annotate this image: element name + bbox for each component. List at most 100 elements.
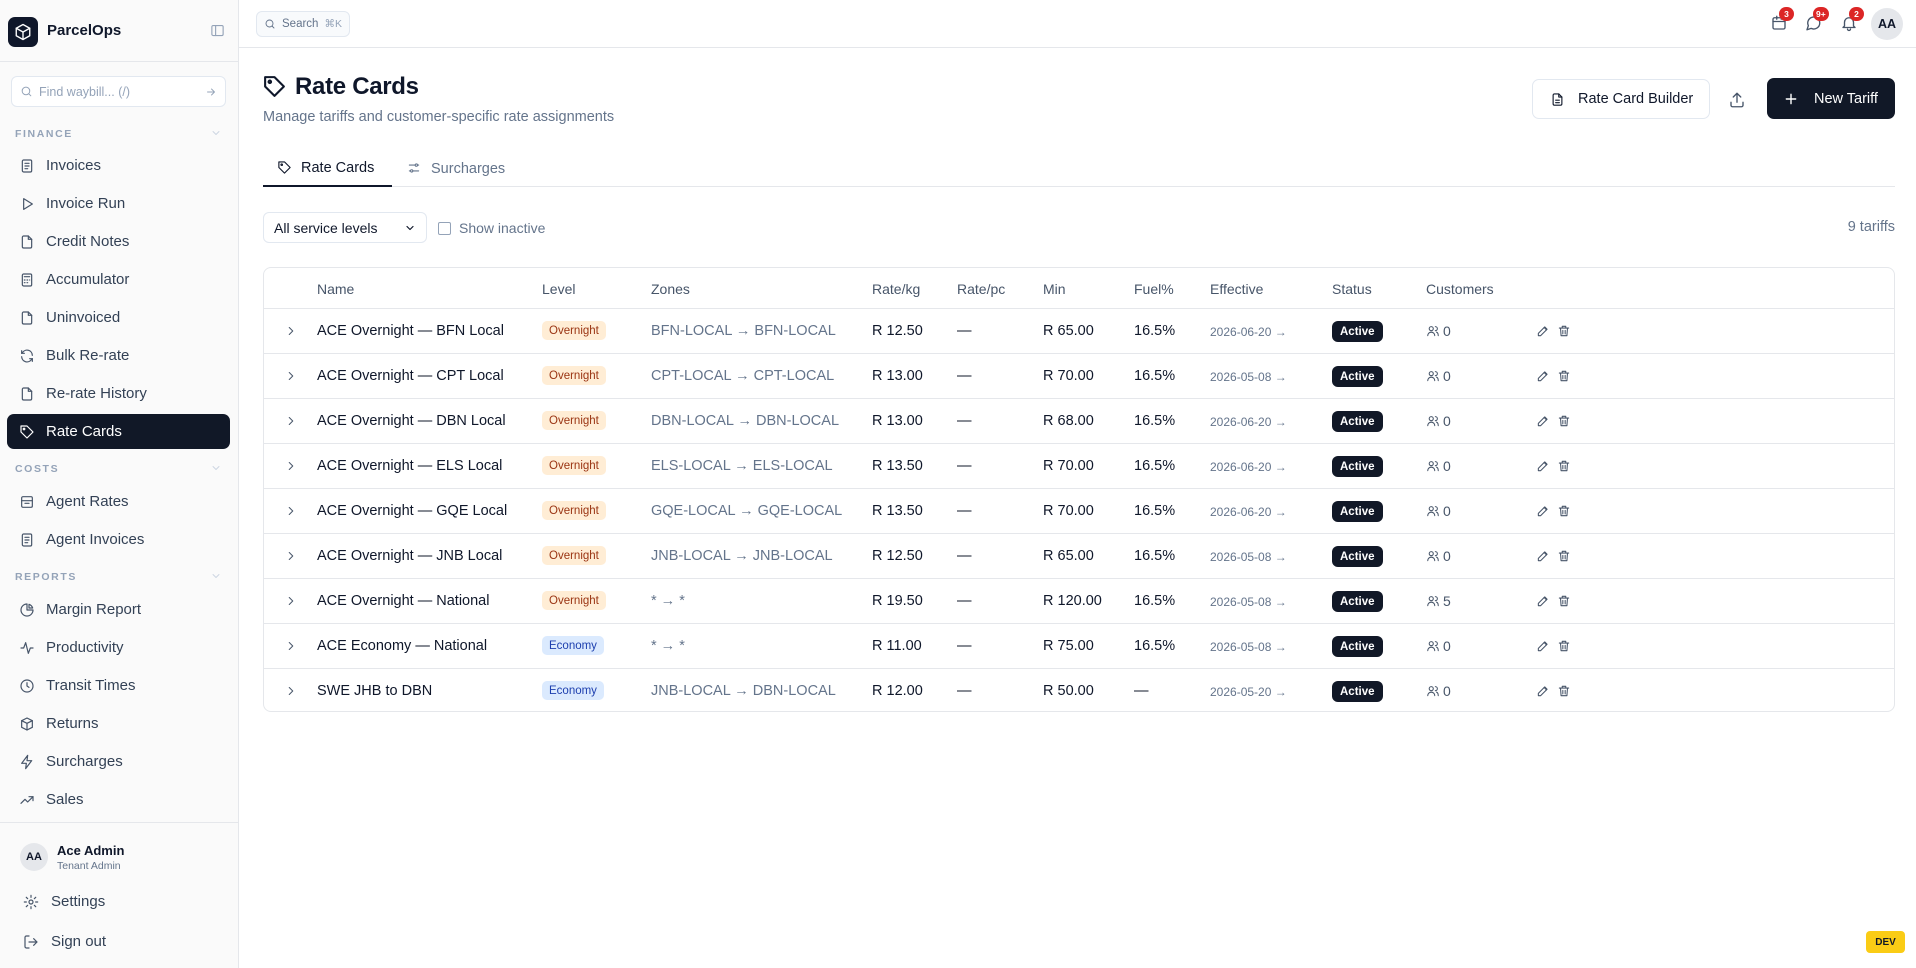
table-row[interactable]: ACE Overnight — BFN Local Overnight BFN-LO… — [264, 309, 1894, 354]
customers-cell[interactable]: 0 — [1426, 323, 1451, 339]
chevron-right-icon[interactable] — [284, 324, 298, 338]
notifications-button[interactable]: 2 — [1840, 7, 1864, 34]
chevron-right-icon[interactable] — [284, 504, 298, 518]
table-row[interactable]: ACE Economy — National Economy * → * R 11.0… — [264, 624, 1894, 669]
trash-icon[interactable] — [1557, 684, 1571, 698]
edit-icon[interactable] — [1536, 324, 1550, 338]
customers-cell[interactable]: 0 — [1426, 368, 1451, 384]
sidebar-item-margin-report[interactable]: Margin Report — [7, 592, 230, 627]
rate-card-builder-button[interactable]: Rate Card Builder — [1532, 79, 1710, 119]
chevron-right-icon[interactable] — [284, 369, 298, 383]
sidebar-item-surcharges[interactable]: Surcharges — [7, 744, 230, 779]
trash-icon[interactable] — [1557, 369, 1571, 383]
edit-icon[interactable] — [1536, 369, 1550, 383]
column-header-status[interactable]: Status — [1332, 281, 1372, 297]
sidebar-item-agent-rates[interactable]: Agent Rates — [7, 484, 230, 519]
edit-icon[interactable] — [1536, 684, 1550, 698]
column-header-fuel[interactable]: Fuel% — [1134, 281, 1174, 297]
show-inactive-checkbox[interactable]: Show inactive — [438, 220, 545, 236]
edit-icon[interactable] — [1536, 594, 1550, 608]
column-header-level[interactable]: Level — [542, 281, 575, 297]
arrow-right-icon[interactable] — [205, 86, 217, 98]
sidebar-item-re-rate-history[interactable]: Re-rate History — [7, 376, 230, 411]
chevron-right-icon[interactable] — [284, 549, 298, 563]
chevron-right-icon[interactable] — [284, 414, 298, 428]
sidebar-item-sales[interactable]: Sales — [7, 782, 230, 817]
collapse-sidebar-icon[interactable] — [210, 23, 225, 38]
tariff-name[interactable]: ACE Overnight — National — [317, 593, 489, 609]
customers-cell[interactable]: 0 — [1426, 683, 1451, 699]
customers-cell[interactable]: 0 — [1426, 638, 1451, 654]
tab-rate-cards[interactable]: Rate Cards — [263, 150, 392, 187]
global-search-button[interactable]: Search ⌘K — [256, 11, 350, 37]
edit-icon[interactable] — [1536, 414, 1550, 428]
sidebar-item-invoice-run[interactable]: Invoice Run — [7, 186, 230, 221]
edit-icon[interactable] — [1536, 504, 1550, 518]
chevron-right-icon[interactable] — [284, 459, 298, 473]
tasks-button[interactable]: 3 — [1770, 7, 1794, 34]
table-row[interactable]: ACE Overnight — DBN Local Overnight DBN-LO… — [264, 399, 1894, 444]
find-waybill-search[interactable] — [11, 76, 226, 107]
table-row[interactable]: ACE Overnight — CPT Local Overnight CPT-LO… — [264, 354, 1894, 399]
table-row[interactable]: ACE Overnight — JNB Local Overnight JNB-LO… — [264, 534, 1894, 579]
table-row[interactable]: ACE Overnight — GQE Local Overnight GQE-LO… — [264, 489, 1894, 534]
sidebar-item-agent-invoices[interactable]: Agent Invoices — [7, 522, 230, 557]
edit-icon[interactable] — [1536, 549, 1550, 563]
chevron-down-icon[interactable] — [210, 570, 222, 582]
edit-icon[interactable] — [1536, 459, 1550, 473]
trash-icon[interactable] — [1557, 504, 1571, 518]
sidebar-item-rate-cards[interactable]: Rate Cards — [7, 414, 230, 449]
tariff-name[interactable]: ACE Overnight — JNB Local — [317, 548, 502, 564]
parcelops-logo-icon[interactable] — [8, 17, 38, 47]
trash-icon[interactable] — [1557, 549, 1571, 563]
sidebar-item-bulk-re-rate[interactable]: Bulk Re-rate — [7, 338, 230, 373]
column-header-zones[interactable]: Zones — [651, 281, 690, 297]
customers-cell[interactable]: 0 — [1426, 458, 1451, 474]
service-level-select[interactable]: All service levels — [263, 212, 427, 243]
sidebar-item-productivity[interactable]: Productivity — [7, 630, 230, 665]
trash-icon[interactable] — [1557, 594, 1571, 608]
chevron-right-icon[interactable] — [284, 639, 298, 653]
sidebar-item-returns[interactable]: Returns — [7, 706, 230, 741]
sidebar-item-transit-times[interactable]: Transit Times — [7, 668, 230, 703]
sidebar-item-invoices[interactable]: Invoices — [7, 148, 230, 183]
table-row[interactable]: ACE Overnight — National Overnight * → * R … — [264, 579, 1894, 624]
chevron-down-icon[interactable] — [210, 127, 222, 139]
trash-icon[interactable] — [1557, 459, 1571, 473]
column-header-customers[interactable]: Customers — [1426, 281, 1494, 297]
messages-button[interactable]: 9+ — [1804, 7, 1829, 34]
trash-icon[interactable] — [1557, 324, 1571, 338]
column-header-rate-pc[interactable]: Rate/pc — [957, 281, 1005, 297]
customers-cell[interactable]: 0 — [1426, 503, 1451, 519]
customers-cell[interactable]: 0 — [1426, 413, 1451, 429]
tab-surcharges[interactable]: Surcharges — [407, 150, 505, 187]
upload-icon[interactable] — [1728, 91, 1746, 109]
column-header-rate-kg[interactable]: Rate/kg — [872, 281, 920, 297]
customers-cell[interactable]: 5 — [1426, 593, 1451, 609]
sign-out-link[interactable]: Sign out — [23, 933, 106, 950]
trash-icon[interactable] — [1557, 414, 1571, 428]
chevron-down-icon[interactable] — [210, 462, 222, 474]
checkbox-box[interactable] — [438, 221, 451, 235]
trash-icon[interactable] — [1557, 639, 1571, 653]
avatar[interactable]: AA — [1871, 8, 1903, 40]
sidebar-item-uninvoiced[interactable]: Uninvoiced — [7, 300, 230, 335]
settings-link[interactable]: Settings — [23, 893, 105, 910]
edit-icon[interactable] — [1536, 639, 1550, 653]
tariff-name[interactable]: ACE Economy — National — [317, 638, 487, 654]
column-header-name[interactable]: Name — [317, 281, 354, 297]
table-row[interactable]: ACE Overnight — ELS Local Overnight ELS-LO… — [264, 444, 1894, 489]
avatar[interactable]: AA — [20, 843, 48, 871]
find-waybill-input[interactable] — [39, 84, 199, 99]
new-tariff-button[interactable]: New Tariff — [1767, 78, 1895, 119]
sidebar-item-credit-notes[interactable]: Credit Notes — [7, 224, 230, 259]
column-header-effective[interactable]: Effective — [1210, 281, 1263, 297]
chevron-right-icon[interactable] — [284, 594, 298, 608]
column-header-min[interactable]: Min — [1043, 281, 1066, 297]
customers-cell[interactable]: 0 — [1426, 548, 1451, 564]
tariff-name[interactable]: ACE Overnight — ELS Local — [317, 458, 502, 474]
tariff-name[interactable]: SWE JHB to DBN — [317, 683, 432, 699]
tariff-name[interactable]: ACE Overnight — BFN Local — [317, 323, 504, 339]
tariff-name[interactable]: ACE Overnight — DBN Local — [317, 413, 506, 429]
tariff-name[interactable]: ACE Overnight — GQE Local — [317, 503, 507, 519]
